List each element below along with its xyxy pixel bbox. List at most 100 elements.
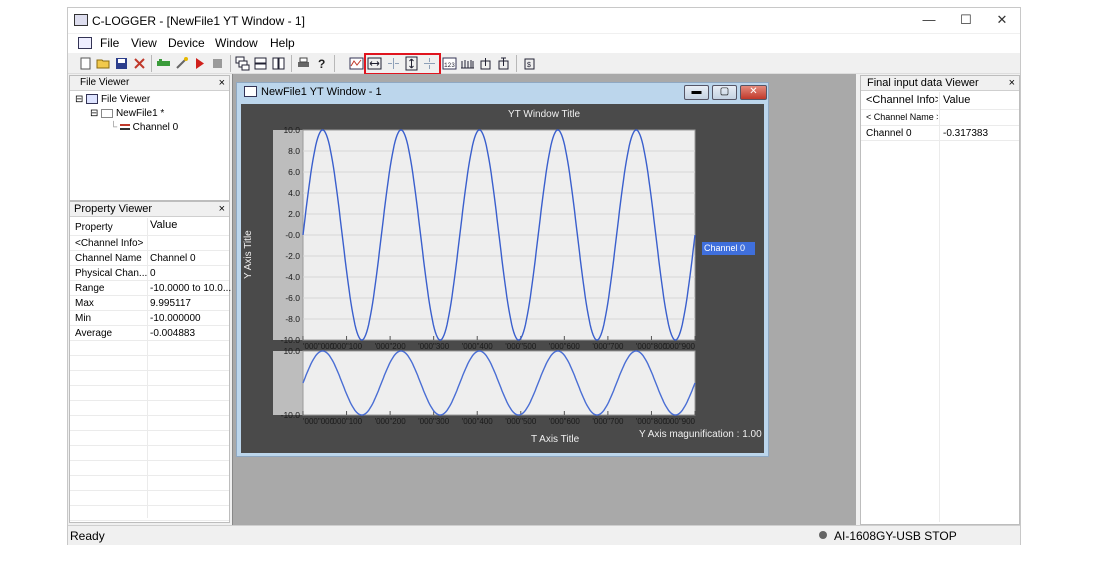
wizard-icon[interactable] — [174, 56, 189, 71]
file-viewer-close-button[interactable]: × — [219, 76, 225, 90]
x-tick-label: '000"300 — [418, 342, 450, 351]
yt-minimize-button[interactable]: ▬ — [684, 85, 709, 100]
cascade-icon[interactable] — [235, 56, 250, 71]
digital-display-icon[interactable]: 123 — [442, 56, 457, 71]
table-row — [70, 431, 229, 446]
table-row[interactable]: Physical Chan... 0 — [70, 266, 229, 281]
window-title: C-LOGGER - [NewFile1 YT Window - 1] — [92, 14, 305, 28]
device-status-dot-icon — [819, 531, 827, 539]
channel-icon — [119, 124, 130, 131]
table-row[interactable]: Max 9.995117 — [70, 296, 229, 311]
x-tick-label: '000"600 — [549, 342, 581, 351]
y-axis-strip — [273, 351, 303, 415]
maximize-button[interactable]: ☐ — [948, 8, 984, 33]
toolbar-separator — [516, 55, 517, 72]
collapse-icon[interactable]: ⊟ — [75, 94, 83, 105]
menu-bar: File View Device Window Help — [68, 34, 1020, 53]
final-grid-header: <Channel Info> Value — [861, 92, 1019, 110]
col-property: Property — [75, 222, 113, 233]
file-viewer-panel: File Viewer × ⊟ File Viewer ⊟ NewFile1 *… — [69, 75, 230, 201]
y-tick-label: -8.0 — [285, 314, 300, 324]
channel-config-icon[interactable] — [478, 56, 493, 71]
tree-channel[interactable]: └ Channel 0 — [110, 122, 178, 133]
minimize-button[interactable]: — — [911, 8, 947, 33]
table-row[interactable]: Range -10.0000 to 10.0... — [70, 281, 231, 296]
channel-monitor-icon[interactable] — [496, 56, 511, 71]
svg-text:123: 123 — [444, 62, 455, 69]
table-row[interactable]: <Channel Info> — [70, 236, 229, 251]
svg-text:?: ? — [318, 57, 325, 71]
app-logo-icon — [74, 14, 88, 26]
menu-view[interactable]: View — [131, 36, 157, 50]
yt-graph-icon[interactable] — [349, 56, 364, 71]
collapse-icon[interactable]: ⊟ — [90, 108, 98, 119]
table-row[interactable]: Channel 0 -0.317383 — [861, 126, 1019, 141]
x-tick-label: '000"800 — [636, 342, 668, 351]
yt-window-titlebar[interactable]: NewFile1 YT Window - 1 ▬ ▢ ✕ — [241, 84, 767, 102]
property-key: Min — [75, 313, 92, 324]
table-row[interactable]: Min -10.000000 — [70, 311, 229, 326]
col-value: Value — [150, 219, 178, 231]
toolbar-separator — [334, 55, 335, 72]
property-viewer-panel: Property Viewer × Property Value <Channe… — [69, 201, 231, 523]
x-tick-label: '000"000 — [303, 417, 335, 426]
property-value: -0.004883 — [150, 328, 196, 339]
mdi-child-icon[interactable] — [78, 37, 92, 49]
table-row — [70, 506, 229, 521]
property-key: Physical Chan... — [75, 268, 147, 279]
meter-display-icon[interactable] — [460, 56, 475, 71]
property-grid-header: Property Value — [70, 218, 229, 236]
delete-icon[interactable] — [132, 56, 147, 71]
property-value: 9.995117 — [150, 298, 191, 309]
table-row — [70, 386, 229, 401]
property-key: Channel Name — [75, 253, 142, 264]
final-data-viewer-title: Final input data Viewer — [867, 77, 979, 89]
device-connect-icon[interactable] — [156, 56, 171, 71]
y-tick-label: 6.0 — [288, 167, 300, 177]
open-folder-icon[interactable] — [96, 56, 111, 71]
stop-icon[interactable] — [210, 56, 225, 71]
yt-maximize-button[interactable]: ▢ — [712, 85, 737, 100]
svg-text:$: $ — [527, 62, 531, 69]
help-icon[interactable]: ? — [314, 56, 329, 71]
x-tick-label: '000"500 — [505, 417, 537, 426]
table-row — [70, 491, 229, 506]
yt-close-button[interactable]: ✕ — [740, 85, 767, 100]
y-tick-label: 2.0 — [288, 209, 300, 219]
final-data-viewer-close-button[interactable]: × — [1009, 76, 1015, 90]
new-file-icon[interactable] — [78, 56, 93, 71]
x-tick-label: '000"200 — [375, 342, 407, 351]
tree-file[interactable]: ⊟ NewFile1 * — [90, 108, 164, 119]
x-tick-label: '000"700 — [592, 417, 624, 426]
x-tick-label: '000"400 — [462, 417, 494, 426]
file-viewer-header: File Viewer × — [70, 76, 229, 91]
yt-window[interactable]: NewFile1 YT Window - 1 ▬ ▢ ✕ YT Window T… — [236, 82, 769, 457]
x-tick-label: '000"500 — [505, 342, 537, 351]
y-tick-label: -2.0 — [285, 251, 300, 261]
x-tick-label: '000"800 — [636, 417, 668, 426]
y-tick-label: 10.0 — [283, 125, 300, 135]
close-button[interactable]: ✕ — [984, 8, 1020, 33]
x-tick-label: '000"000 — [303, 342, 335, 351]
x-tick-label: '000"900 — [664, 417, 696, 426]
print-icon[interactable] — [296, 56, 311, 71]
table-row — [70, 461, 229, 476]
menu-window[interactable]: Window — [215, 36, 258, 50]
tile-vertical-icon[interactable] — [271, 56, 286, 71]
tile-horizontal-icon[interactable] — [253, 56, 268, 71]
sub-header-channel-name: < Channel Name > — [866, 112, 938, 122]
main-chart[interactable]: 10.0 8.0 6.0 4.0 2.0 -0.0 -2.0 -4.0 -6.0 -8.0 -10.… — [241, 104, 764, 453]
save-icon[interactable] — [114, 56, 129, 71]
yt-window-body: YT Window Title Y Axis Title T Axis Titl… — [241, 104, 764, 453]
property-viewer-close-button[interactable]: × — [219, 202, 225, 216]
table-row[interactable]: Channel Name Channel 0 — [70, 251, 229, 266]
tree-root[interactable]: ⊟ File Viewer — [75, 94, 150, 105]
menu-help[interactable]: Help — [270, 36, 295, 50]
table-row — [70, 371, 229, 386]
menu-device[interactable]: Device — [168, 36, 205, 50]
property-viewer-title: Property Viewer — [74, 203, 153, 215]
sampling-settings-icon[interactable]: $ — [522, 56, 537, 71]
table-row[interactable]: Average -0.004883 — [70, 326, 229, 341]
start-icon[interactable] — [192, 56, 207, 71]
menu-file[interactable]: File — [100, 36, 119, 50]
